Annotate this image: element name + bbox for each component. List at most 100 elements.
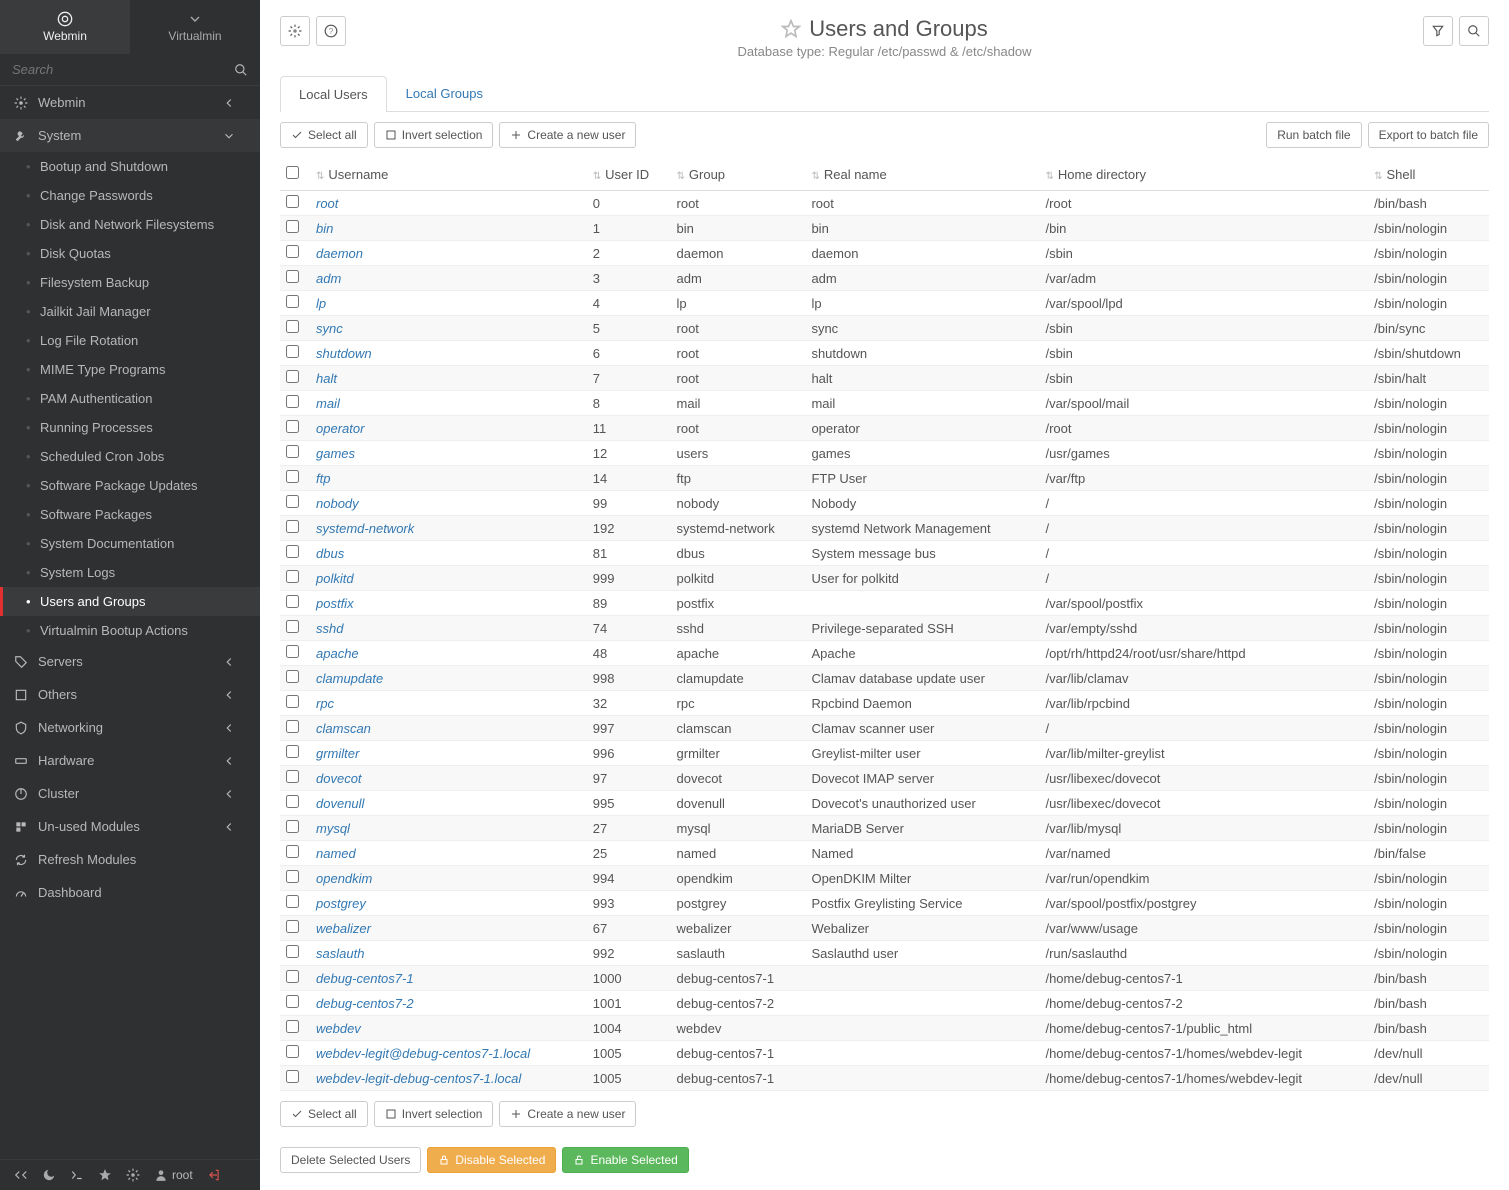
filter-button[interactable] (1423, 16, 1453, 46)
row-checkbox[interactable] (286, 995, 299, 1008)
row-checkbox[interactable] (286, 795, 299, 808)
terminal-icon[interactable] (70, 1168, 84, 1182)
nav-refresh[interactable]: Refresh Modules (0, 843, 260, 876)
nav-sub-scheduled-cron-jobs[interactable]: Scheduled Cron Jobs (0, 442, 260, 471)
username-link[interactable]: root (316, 196, 338, 211)
select-all-button-bottom[interactable]: Select all (280, 1101, 368, 1127)
disable-selected-button[interactable]: Disable Selected (427, 1147, 556, 1173)
col-username[interactable]: ⇅Username (310, 158, 587, 191)
username-link[interactable]: nobody (316, 496, 359, 511)
settings-icon[interactable] (126, 1168, 140, 1182)
username-link[interactable]: lp (316, 296, 326, 311)
invert-selection-button[interactable]: Invert selection (374, 122, 494, 148)
nav-networking[interactable]: Networking (0, 711, 260, 744)
favorite-icon[interactable] (781, 19, 801, 39)
username-link[interactable]: sshd (316, 621, 343, 636)
col-realname[interactable]: ⇅Real name (805, 158, 1039, 191)
row-checkbox[interactable] (286, 470, 299, 483)
nav-sub-software-packages[interactable]: Software Packages (0, 500, 260, 529)
delete-selected-button[interactable]: Delete Selected Users (280, 1147, 421, 1173)
username-link[interactable]: webdev-legit-debug-centos7-1.local (316, 1071, 521, 1086)
row-checkbox[interactable] (286, 845, 299, 858)
username-link[interactable]: saslauth (316, 946, 364, 961)
username-link[interactable]: games (316, 446, 355, 461)
nav-system[interactable]: System (0, 119, 260, 152)
nav-sub-filesystem-backup[interactable]: Filesystem Backup (0, 268, 260, 297)
collapse-icon[interactable] (14, 1168, 28, 1182)
user-root-label[interactable]: root (154, 1168, 193, 1182)
help-button[interactable]: ? (316, 16, 346, 46)
nav-webmin[interactable]: Webmin (0, 86, 260, 119)
col-userid[interactable]: ⇅User ID (587, 158, 671, 191)
row-checkbox[interactable] (286, 420, 299, 433)
row-checkbox[interactable] (286, 570, 299, 583)
row-checkbox[interactable] (286, 520, 299, 533)
row-checkbox[interactable] (286, 720, 299, 733)
col-shell[interactable]: ⇅Shell (1368, 158, 1489, 191)
username-link[interactable]: adm (316, 271, 341, 286)
row-checkbox[interactable] (286, 1020, 299, 1033)
username-link[interactable]: rpc (316, 696, 334, 711)
row-checkbox[interactable] (286, 320, 299, 333)
invert-selection-button-bottom[interactable]: Invert selection (374, 1101, 494, 1127)
top-tab-virtualmin[interactable]: Virtualmin (130, 0, 260, 54)
username-link[interactable]: halt (316, 371, 337, 386)
nav-dashboard[interactable]: Dashboard (0, 876, 260, 909)
username-link[interactable]: clamscan (316, 721, 371, 736)
row-checkbox[interactable] (286, 870, 299, 883)
select-all-button[interactable]: Select all (280, 122, 368, 148)
col-homedir[interactable]: ⇅Home directory (1039, 158, 1368, 191)
username-link[interactable]: postgrey (316, 896, 366, 911)
row-checkbox[interactable] (286, 895, 299, 908)
username-link[interactable]: named (316, 846, 356, 861)
run-batch-button[interactable]: Run batch file (1266, 122, 1361, 148)
username-link[interactable]: polkitd (316, 571, 354, 586)
row-checkbox[interactable] (286, 545, 299, 558)
select-all-checkbox[interactable] (286, 166, 299, 179)
row-checkbox[interactable] (286, 920, 299, 933)
create-user-button[interactable]: Create a new user (499, 122, 636, 148)
nav-sub-running-processes[interactable]: Running Processes (0, 413, 260, 442)
row-checkbox[interactable] (286, 645, 299, 658)
username-link[interactable]: mysql (316, 821, 350, 836)
config-button[interactable] (280, 16, 310, 46)
tab-local-groups[interactable]: Local Groups (387, 75, 502, 111)
username-link[interactable]: grmilter (316, 746, 359, 761)
username-link[interactable]: ftp (316, 471, 330, 486)
username-link[interactable]: dovenull (316, 796, 364, 811)
nav-sub-virtualmin-bootup-actions[interactable]: Virtualmin Bootup Actions (0, 616, 260, 645)
username-link[interactable]: bin (316, 221, 333, 236)
top-tab-webmin[interactable]: Webmin (0, 0, 130, 54)
nav-sub-bootup-and-shutdown[interactable]: Bootup and Shutdown (0, 152, 260, 181)
nav-sub-jailkit-jail-manager[interactable]: Jailkit Jail Manager (0, 297, 260, 326)
row-checkbox[interactable] (286, 345, 299, 358)
username-link[interactable]: opendkim (316, 871, 372, 886)
row-checkbox[interactable] (286, 970, 299, 983)
row-checkbox[interactable] (286, 620, 299, 633)
username-link[interactable]: debug-centos7-2 (316, 996, 414, 1011)
username-link[interactable]: dbus (316, 546, 344, 561)
search-input[interactable] (12, 62, 234, 77)
export-batch-button[interactable]: Export to batch file (1368, 122, 1489, 148)
row-checkbox[interactable] (286, 195, 299, 208)
nav-hardware[interactable]: Hardware (0, 744, 260, 777)
username-link[interactable]: sync (316, 321, 343, 336)
username-link[interactable]: daemon (316, 246, 363, 261)
username-link[interactable]: shutdown (316, 346, 372, 361)
row-checkbox[interactable] (286, 1045, 299, 1058)
row-checkbox[interactable] (286, 295, 299, 308)
nav-cluster[interactable]: Cluster (0, 777, 260, 810)
username-link[interactable]: debug-centos7-1 (316, 971, 414, 986)
nav-sub-log-file-rotation[interactable]: Log File Rotation (0, 326, 260, 355)
row-checkbox[interactable] (286, 945, 299, 958)
username-link[interactable]: webalizer (316, 921, 371, 936)
username-link[interactable]: webdev (316, 1021, 361, 1036)
nav-sub-users-and-groups[interactable]: Users and Groups (0, 587, 260, 616)
row-checkbox[interactable] (286, 695, 299, 708)
enable-selected-button[interactable]: Enable Selected (562, 1147, 688, 1173)
username-link[interactable]: clamupdate (316, 671, 383, 686)
nav-sub-system-logs[interactable]: System Logs (0, 558, 260, 587)
logout-icon[interactable] (207, 1168, 221, 1182)
nav-sub-system-documentation[interactable]: System Documentation (0, 529, 260, 558)
row-checkbox[interactable] (286, 820, 299, 833)
